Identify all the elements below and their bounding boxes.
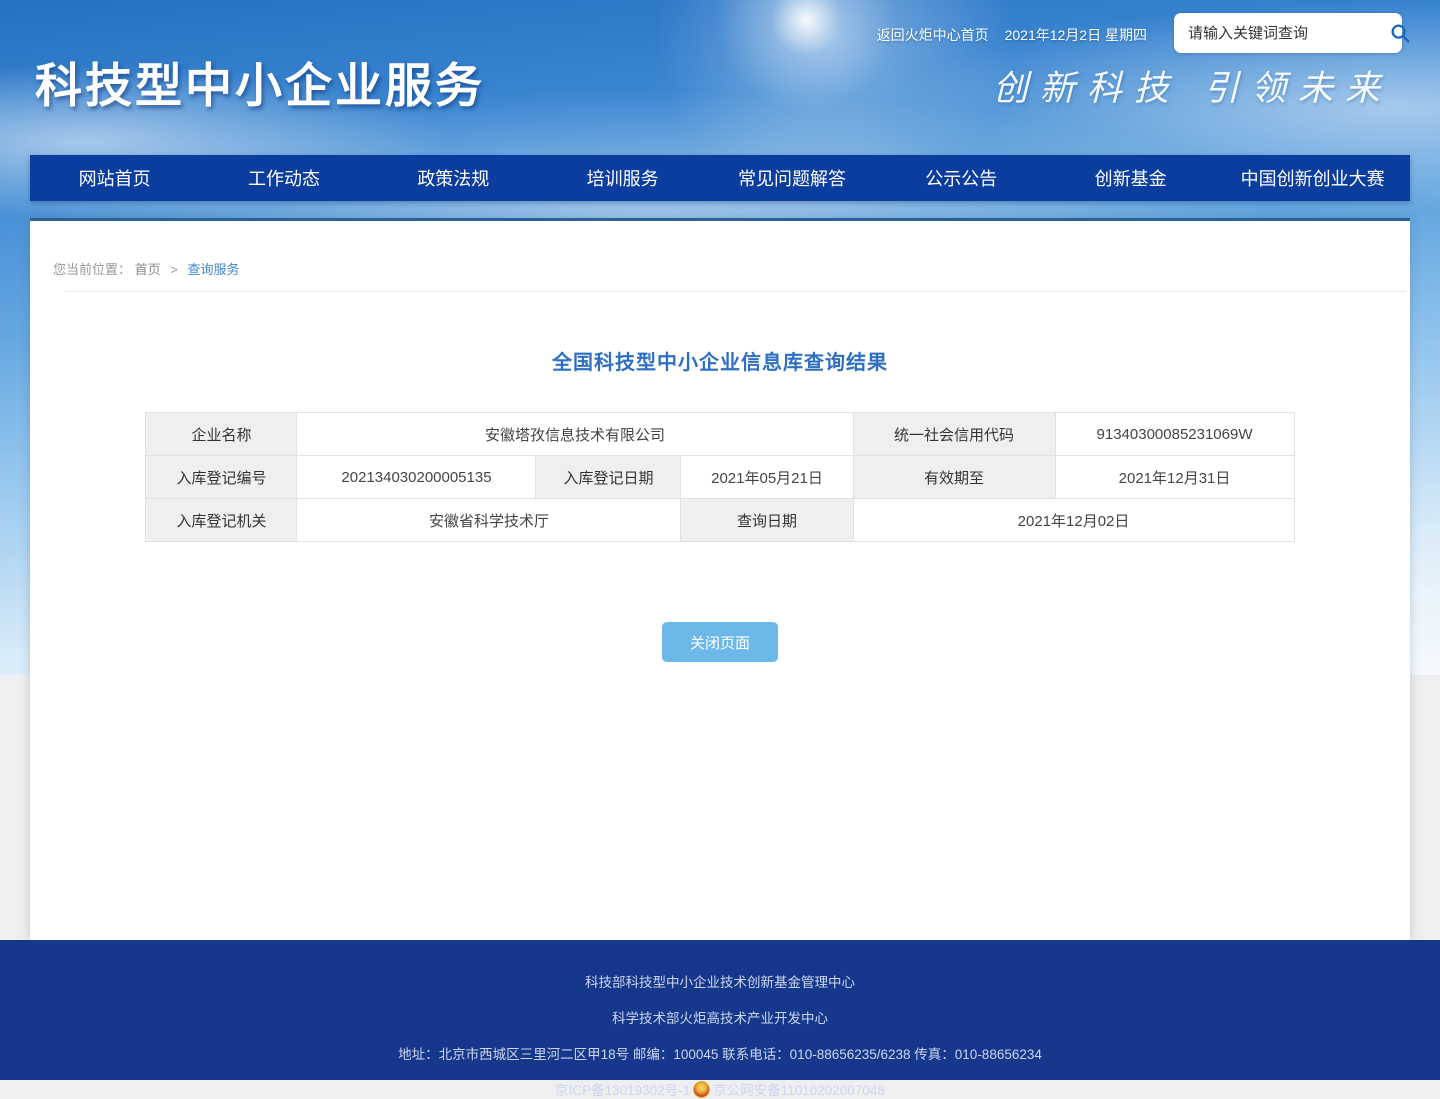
footer-org-line-2: 科学技术部火炬高技术产业开发中心: [0, 1007, 1440, 1027]
page-title: 全国科技型中小企业信息库查询结果: [30, 346, 1410, 375]
nav-item-innovation-fund[interactable]: 创新基金: [1046, 155, 1215, 201]
table-row: 入库登记编号 202134030200005135 入库登记日期 2021年05…: [146, 456, 1294, 499]
nav-item-announcements[interactable]: 公示公告: [877, 155, 1046, 201]
label-registration-authority: 入库登记机关: [146, 499, 297, 542]
table-row: 入库登记机关 安徽省科学技术厅 查询日期 2021年12月02日: [146, 499, 1294, 542]
value-registration-date: 2021年05月21日: [681, 456, 853, 499]
nav-item-innovation-competition[interactable]: 中国创新创业大赛: [1215, 155, 1410, 201]
label-valid-until: 有效期至: [853, 456, 1055, 499]
value-credit-code: 91340300085231069W: [1055, 413, 1294, 456]
content-panel: 您当前位置： 首页 > 查询服务 全国科技型中小企业信息库查询结果 企业名称 安…: [30, 218, 1410, 940]
label-registration-date: 入库登记日期: [536, 456, 681, 499]
return-torch-home-link[interactable]: 返回火炬中心首页: [877, 25, 989, 45]
breadcrumb-home-link[interactable]: 首页: [135, 262, 161, 277]
search-box: [1174, 13, 1402, 53]
current-date: 2021年12月2日 星期四: [1005, 25, 1147, 45]
label-query-date: 查询日期: [681, 499, 853, 542]
label-credit-code: 统一社会信用代码: [853, 413, 1055, 456]
main-nav: 网站首页 工作动态 政策法规 培训服务 常见问题解答 公示公告 创新基金 中国创…: [30, 155, 1410, 201]
icp-license-link[interactable]: 京ICP备13019302号-1: [555, 1079, 690, 1099]
nav-item-home[interactable]: 网站首页: [30, 155, 199, 201]
value-company-name: 安徽塔孜信息技术有限公司: [297, 413, 853, 456]
site-title: 科技型中小企业服务: [35, 47, 485, 116]
label-registration-number: 入库登记编号: [146, 456, 297, 499]
search-icon: [1389, 22, 1411, 44]
nav-item-work-news[interactable]: 工作动态: [199, 155, 368, 201]
search-button[interactable]: [1387, 20, 1413, 46]
public-security-record-link[interactable]: 京公网安备11010202007048: [713, 1079, 885, 1099]
footer: 科技部科技型中小企业技术创新基金管理中心 科学技术部火炬高技术产业开发中心 地址…: [0, 940, 1440, 1080]
breadcrumb-separator: >: [170, 262, 178, 277]
breadcrumb-current-link[interactable]: 查询服务: [188, 262, 240, 277]
topbar: 返回火炬中心首页 2021年12月2日 星期四: [877, 25, 1147, 45]
nav-item-training[interactable]: 培训服务: [538, 155, 707, 201]
footer-org-line-1: 科技部科技型中小企业技术创新基金管理中心: [0, 971, 1440, 991]
search-input[interactable]: [1188, 25, 1387, 42]
value-query-date: 2021年12月02日: [853, 499, 1294, 542]
close-page-button[interactable]: 关闭页面: [662, 622, 778, 662]
value-registration-authority: 安徽省科学技术厅: [297, 499, 681, 542]
breadcrumb-prefix: 您当前位置：: [53, 262, 131, 277]
footer-contact-line: 地址：北京市西城区三里河二区甲18号 邮编：100045 联系电话：010-88…: [0, 1043, 1440, 1063]
footer-icp-line: 京ICP备13019302号-1 京公网安备11010202007048: [0, 1079, 1440, 1099]
label-company-name: 企业名称: [146, 413, 297, 456]
nav-item-policies[interactable]: 政策法规: [369, 155, 538, 201]
value-registration-number: 202134030200005135: [297, 456, 536, 499]
slogan: 创新科技 引领未来: [993, 60, 1392, 111]
nav-item-faq[interactable]: 常见问题解答: [707, 155, 876, 201]
breadcrumb-divider: [65, 291, 1406, 292]
public-security-badge-icon: [693, 1081, 710, 1098]
page: 返回火炬中心首页 2021年12月2日 星期四 科技型中小企业服务 创新科技 引…: [0, 0, 1440, 1080]
value-valid-until: 2021年12月31日: [1055, 456, 1294, 499]
table-row: 企业名称 安徽塔孜信息技术有限公司 统一社会信用代码 9134030008523…: [146, 413, 1294, 456]
breadcrumb: 您当前位置： 首页 > 查询服务: [53, 259, 1410, 278]
result-table: 企业名称 安徽塔孜信息技术有限公司 统一社会信用代码 9134030008523…: [145, 412, 1294, 542]
